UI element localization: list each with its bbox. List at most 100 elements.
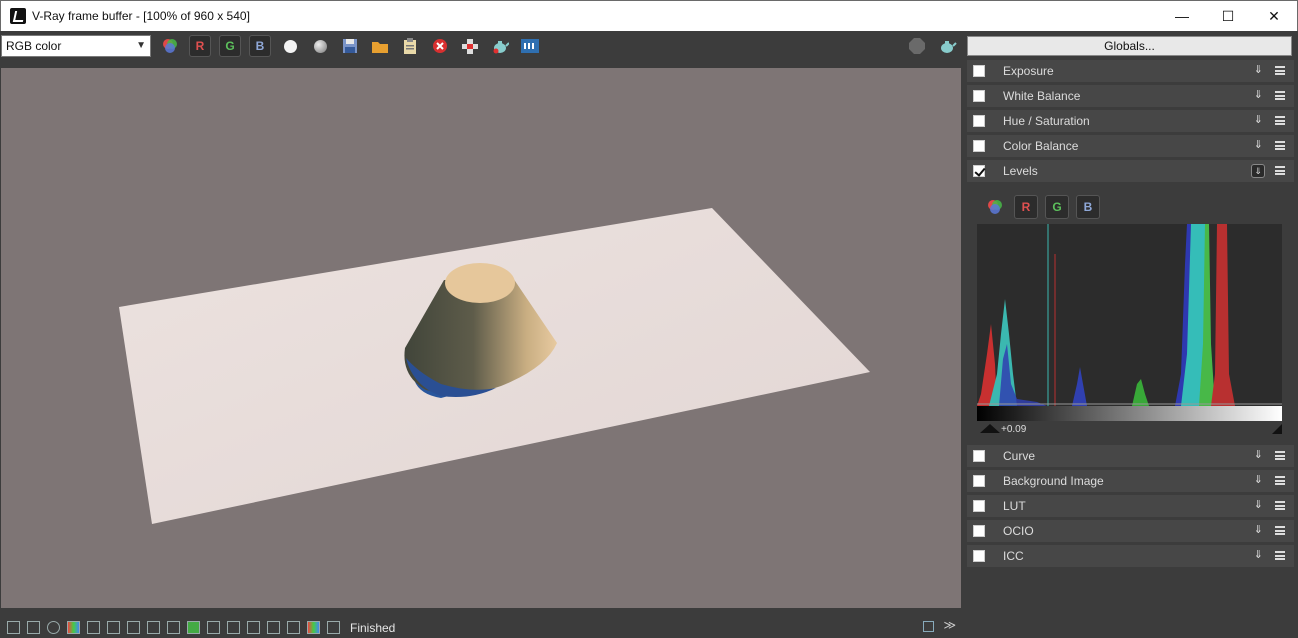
minimize-button[interactable]: — — [1159, 1, 1205, 31]
stop-icon — [909, 38, 925, 54]
background-image-checkbox[interactable] — [973, 475, 985, 487]
track-mouse-button[interactable] — [519, 35, 541, 57]
levels-histogram[interactable] — [977, 224, 1282, 406]
expand-chevron-icon[interactable]: ⇓ — [1254, 523, 1263, 536]
color-channels-button[interactable] — [159, 35, 181, 57]
exposure-checkbox[interactable] — [973, 65, 985, 77]
lut-checkbox[interactable] — [973, 500, 985, 512]
section-levels[interactable]: Levels ⇓ — [967, 160, 1294, 182]
icc-checkbox[interactable] — [973, 550, 985, 562]
expand-chevron-icon[interactable]: ⇓ — [1254, 473, 1263, 486]
curve-icon[interactable] — [127, 621, 140, 634]
blue-channel-button[interactable]: B — [249, 35, 271, 57]
white-circle-icon — [283, 39, 297, 53]
expand-chevron-icon[interactable]: ⇓ — [1254, 88, 1263, 101]
section-ocio[interactable]: OCIO ⇓ — [967, 520, 1294, 542]
expand-chevron-icon[interactable]: ⇓ — [1254, 498, 1263, 511]
levels-blue-button[interactable]: B — [1076, 195, 1100, 219]
white-balance-checkbox[interactable] — [973, 90, 985, 102]
hue-saturation-checkbox[interactable] — [973, 115, 985, 127]
clear-icon — [433, 39, 447, 53]
section-background-image[interactable]: Background Image ⇓ — [967, 470, 1294, 492]
red-channel-button[interactable]: R — [189, 35, 211, 57]
menu-icon[interactable] — [1275, 451, 1285, 460]
open-button[interactable] — [369, 35, 391, 57]
teapot-button[interactable] — [489, 35, 511, 57]
menu-icon[interactable] — [1275, 166, 1285, 175]
levels-input-value: +0.09 — [1001, 424, 1027, 435]
section-label: Levels — [1003, 164, 1038, 178]
lens-effects-icon[interactable] — [167, 621, 180, 634]
cone-top — [445, 263, 515, 303]
collapse-chevron-icon[interactable]: ⇓ — [1251, 164, 1265, 178]
save-icon — [343, 39, 357, 53]
clipboard-button[interactable] — [399, 35, 421, 57]
h-icon[interactable] — [267, 621, 280, 634]
clipboard-icon — [404, 38, 416, 54]
menu-icon[interactable] — [1275, 551, 1285, 560]
expand-chevron-icon[interactable]: ⇓ — [1254, 113, 1263, 126]
channels-icon[interactable] — [307, 621, 320, 634]
title-bar: V-Ray frame buffer - [100% of 960 x 540]… — [0, 0, 1298, 31]
section-curve[interactable]: Curve ⇓ — [967, 445, 1294, 467]
ocio-checkbox[interactable] — [973, 525, 985, 537]
section-white-balance[interactable]: White Balance ⇓ — [967, 85, 1294, 107]
expand-chevron-icon[interactable]: ⇓ — [1254, 548, 1263, 561]
panel-toggle-icon[interactable] — [923, 621, 934, 632]
panel-icon[interactable] — [7, 621, 20, 634]
background-icon[interactable] — [187, 621, 200, 634]
curve-checkbox[interactable] — [973, 450, 985, 462]
menu-icon[interactable] — [1275, 501, 1285, 510]
gray-circle-button[interactable] — [309, 35, 331, 57]
levels-rgb-button[interactable] — [983, 195, 1007, 219]
globals-button[interactable]: Globals... — [967, 36, 1292, 56]
exposure-icon[interactable] — [147, 621, 160, 634]
levels-red-button[interactable]: R — [1014, 195, 1038, 219]
expand-chevron-icon[interactable]: ⇓ — [1254, 448, 1263, 461]
section-label: Exposure — [1003, 64, 1054, 78]
levels-icon[interactable] — [107, 621, 120, 634]
clear-button[interactable] — [429, 35, 451, 57]
expand-chevron-icon[interactable]: ≫ — [943, 618, 956, 632]
menu-icon[interactable] — [1275, 91, 1285, 100]
menu-icon[interactable] — [1275, 476, 1285, 485]
icc-icon[interactable] — [247, 621, 260, 634]
menu-icon[interactable] — [1275, 526, 1285, 535]
info-icon[interactable] — [47, 621, 60, 634]
render-button[interactable] — [936, 35, 958, 57]
color-correction-icon[interactable] — [67, 621, 80, 634]
section-color-balance[interactable]: Color Balance ⇓ — [967, 135, 1294, 157]
track-mouse-icon — [521, 39, 539, 53]
expand-chevron-icon[interactable]: ⇓ — [1254, 63, 1263, 76]
red-channel-label: R — [189, 35, 211, 57]
menu-icon[interactable] — [1275, 66, 1285, 75]
white-point-handle[interactable] — [1272, 424, 1282, 434]
close-button[interactable]: ✕ — [1251, 1, 1297, 31]
menu-icon[interactable] — [1275, 116, 1285, 125]
history-icon[interactable] — [27, 621, 40, 634]
render-viewport[interactable] — [1, 68, 961, 608]
expand-chevron-icon[interactable]: ⇓ — [1254, 138, 1263, 151]
section-hue-saturation[interactable]: Hue / Saturation ⇓ — [967, 110, 1294, 132]
green-channel-button[interactable]: G — [219, 35, 241, 57]
section-icc[interactable]: ICC ⇓ — [967, 545, 1294, 567]
region-button[interactable] — [459, 35, 481, 57]
pixel-icon[interactable] — [327, 621, 340, 634]
black-point-handle[interactable] — [980, 424, 1000, 433]
stop-render-button[interactable] — [906, 35, 928, 57]
hsl-icon[interactable] — [87, 621, 100, 634]
white-circle-button[interactable] — [279, 35, 301, 57]
section-lut[interactable]: LUT ⇓ — [967, 495, 1294, 517]
lut-icon[interactable] — [207, 621, 220, 634]
channel-select[interactable]: RGB color ▼ — [1, 35, 151, 57]
compare-icon[interactable] — [287, 621, 300, 634]
levels-green-button[interactable]: G — [1045, 195, 1069, 219]
section-exposure[interactable]: Exposure ⇓ — [967, 60, 1294, 82]
color-balance-checkbox[interactable] — [973, 140, 985, 152]
menu-icon[interactable] — [1275, 141, 1285, 150]
save-button[interactable] — [339, 35, 361, 57]
section-label: Color Balance — [1003, 139, 1079, 153]
maximize-button[interactable]: ☐ — [1205, 1, 1251, 31]
ocio-icon[interactable] — [227, 621, 240, 634]
levels-checkbox[interactable] — [973, 165, 985, 177]
